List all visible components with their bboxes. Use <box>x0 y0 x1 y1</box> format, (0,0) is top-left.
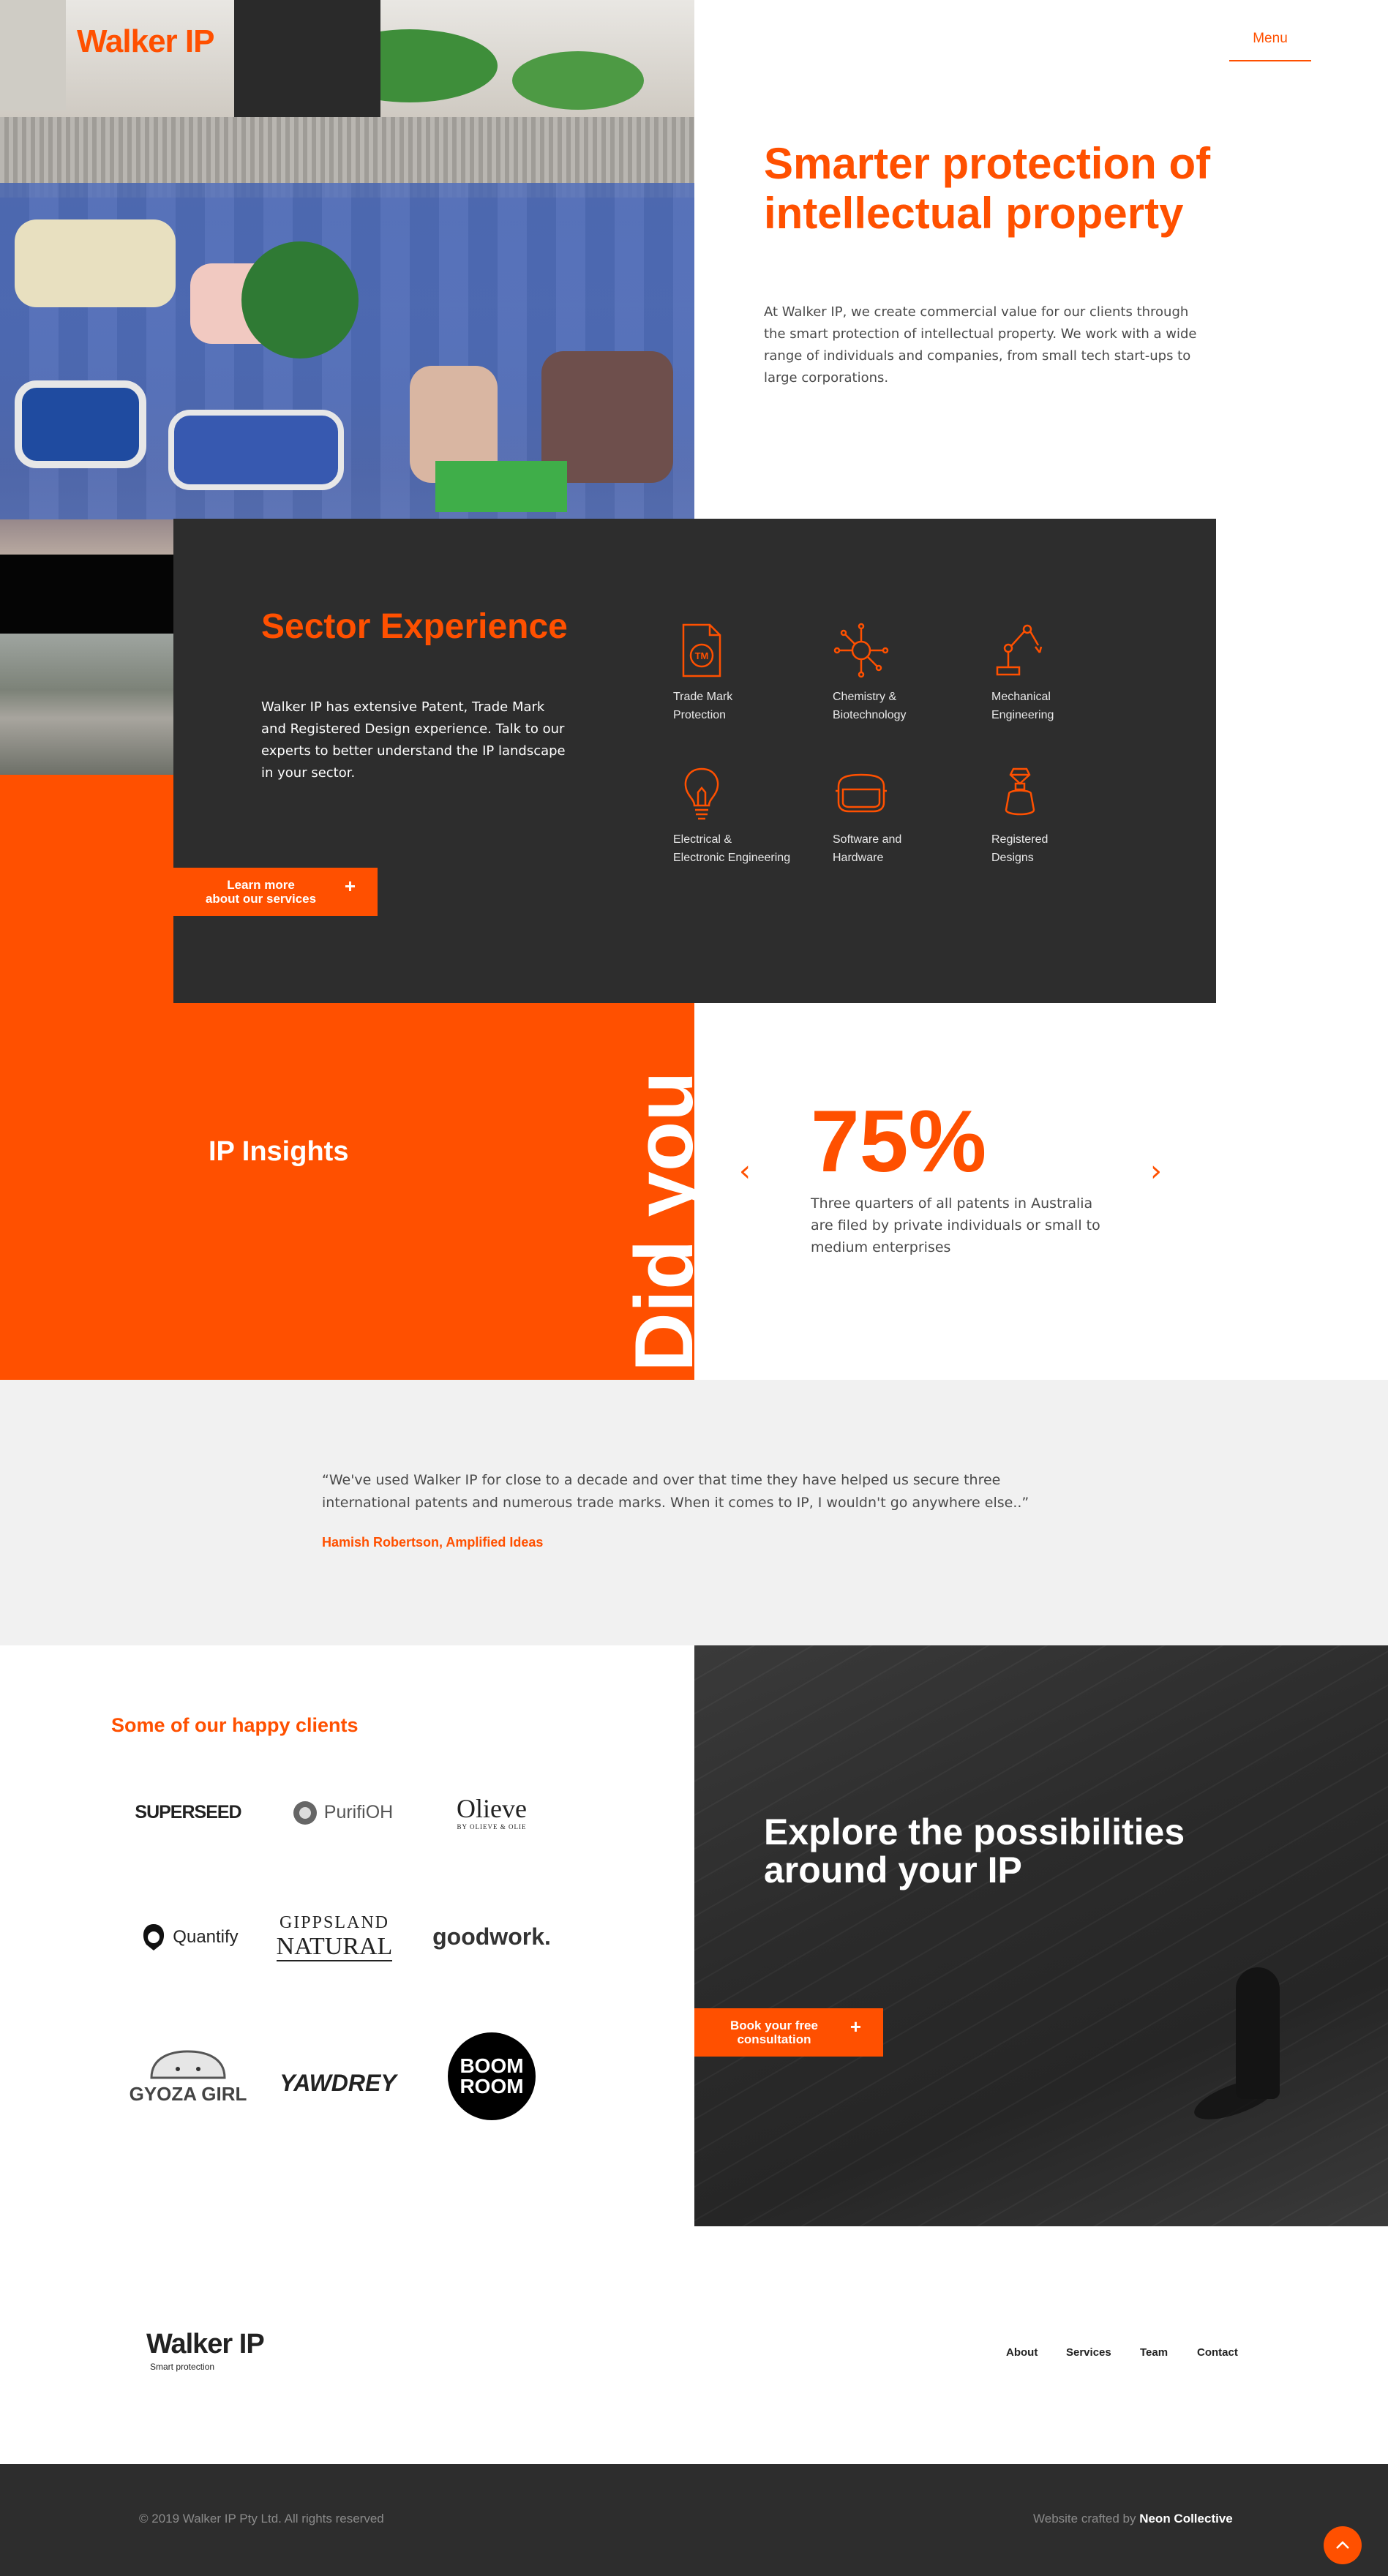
credit-link[interactable]: Neon Collective <box>1139 2512 1233 2526</box>
hero-image <box>0 0 694 555</box>
sector-item-label: Electronic Engineering <box>673 852 791 864</box>
client-logo-text: YAWDREY <box>280 2070 397 2097</box>
light-bulb-icon <box>684 767 719 820</box>
client-logo-subtext: BY OLIEVE & OLIE <box>457 1822 527 1830</box>
sector-item-label: Trade Mark <box>673 691 733 703</box>
scroll-to-top-button[interactable] <box>1324 2526 1362 2564</box>
client-logo-subtext: ROOM <box>459 2075 524 2098</box>
sector-item-label: Biotechnology <box>833 709 907 721</box>
sector-item-label: Engineering <box>991 709 1054 721</box>
explore-title: Explore the possibilities around your IP <box>764 1811 1185 1890</box>
sector-text: Walker IP has extensive Patent, Trade Ma… <box>261 699 566 781</box>
hero-text: At Walker IP, we create commercial value… <box>764 304 1197 386</box>
client-logo-text: Olieve <box>457 1794 527 1824</box>
footer-logo[interactable]: Walker IP <box>146 2329 265 2360</box>
vr-headset-icon <box>836 773 887 813</box>
client-logo-text: PurifiOH <box>323 1802 394 1823</box>
stat-value: 75% <box>811 1092 987 1190</box>
learn-more-button[interactable]: Learn more about our services + <box>173 868 378 916</box>
logo[interactable]: Walker IP <box>77 23 214 60</box>
hero-title: Smarter protection of intellectual prope… <box>764 139 1211 238</box>
sector-title: Sector Experience <box>261 607 568 646</box>
client-logo-text: BOOM <box>459 2054 524 2077</box>
footer-link-services[interactable]: Services <box>1066 2346 1111 2359</box>
insights-title: IP Insights <box>209 1136 349 1167</box>
svg-text:TM: TM <box>695 650 709 661</box>
client-logo-olieve: Olieve BY OLIEVE & OLIE <box>419 1769 565 1857</box>
client-logo-text: GYOZA GIRL <box>129 2082 247 2105</box>
client-logo-boom-room: BOOM ROOM <box>419 2032 565 2120</box>
footer-link-about[interactable]: About <box>1006 2346 1038 2359</box>
learn-more-label-1: Learn more <box>227 878 295 892</box>
chevron-left-icon[interactable]: ‹ <box>739 1154 751 1188</box>
chevron-up-icon <box>1336 2541 1349 2549</box>
sector-item-label: Electrical & <box>673 833 732 846</box>
sector-item-software[interactable]: Software and Hardware <box>833 765 979 867</box>
credit-prefix: Website crafted by <box>1033 2512 1140 2526</box>
sector-item-label: Registered <box>991 833 1048 846</box>
book-consultation-button[interactable]: Book your free consultation + <box>694 2008 883 2057</box>
credit: Website crafted by Neon Collective <box>1033 2512 1233 2526</box>
did-you-know-heading: Did you know? <box>549 1006 702 1379</box>
chevron-right-icon[interactable]: › <box>1150 1154 1162 1188</box>
clients-title: Some of our happy clients <box>111 1714 359 1736</box>
robot-arm-icon <box>996 624 1043 676</box>
decorative-block <box>0 775 173 1003</box>
did-you-know-text: Did you know? <box>618 1071 702 1372</box>
footer-link-team[interactable]: Team <box>1140 2346 1168 2359</box>
sector-item-chemistry[interactable]: Chemistry & Biotechnology <box>833 622 979 724</box>
plus-icon: + <box>344 875 356 897</box>
menu-button[interactable]: Menu <box>1229 31 1311 61</box>
quantify-logo-icon <box>143 1924 165 1950</box>
perfume-bottle-icon <box>1005 767 1035 816</box>
testimonial-quote: “We've used Walker IP for close to a dec… <box>322 1472 1029 1511</box>
stat-text: Three quarters of all patents in Austral… <box>811 1195 1100 1255</box>
copyright: © 2019 Walker IP Pty Ltd. All rights res… <box>139 2512 384 2526</box>
client-logo-text: goodwork. <box>432 1923 551 1950</box>
sector-item-trade-mark[interactable]: TM Trade Mark Protection <box>673 622 819 724</box>
client-logo-superseed: SUPERSEED <box>115 1769 261 1857</box>
testimonial-author: Hamish Robertson, Amplified Ideas <box>322 1535 544 1550</box>
sector-item-label: Mechanical <box>991 691 1051 703</box>
book-label-1: Book your free <box>730 2019 818 2032</box>
gyoza-logo-icon <box>150 2050 226 2079</box>
client-logo-gyoza-girl: GYOZA GIRL <box>115 2032 261 2120</box>
purifioh-logo-icon <box>293 1801 317 1825</box>
sector-item-designs[interactable]: Registered Designs <box>991 765 1138 867</box>
learn-more-label-2: about our services <box>205 892 317 906</box>
client-logo-text: Quantify <box>173 1926 239 1947</box>
client-logo-gippsland: GIPPSLAND NATURAL <box>261 1893 408 1981</box>
insight-slider <box>694 1003 1388 1380</box>
sector-item-label: Hardware <box>833 852 884 864</box>
decorative-block <box>0 555 173 634</box>
client-logo-text: SUPERSEED <box>135 1802 241 1823</box>
client-logo-text: GIPPSLAND <box>279 1913 389 1933</box>
trade-mark-icon: TM <box>682 623 721 677</box>
sector-item-label: Software and <box>833 833 902 846</box>
client-logo-quantify: Quantify <box>115 1893 261 1981</box>
client-logo-purifioh: PurifiOH <box>269 1769 415 1857</box>
sector-item-mechanical[interactable]: Mechanical Engineering <box>991 622 1138 724</box>
sector-item-label: Designs <box>991 852 1034 864</box>
client-logo-subtext: NATURAL <box>276 1933 393 1961</box>
client-logo-goodwork: goodwork. <box>419 1893 565 1981</box>
rooftop-image <box>0 634 173 775</box>
plus-icon: + <box>849 2016 861 2038</box>
client-logo-yawdrey: YAWDREY <box>265 2040 411 2128</box>
sector-item-label: Chemistry & <box>833 691 897 703</box>
footer-tagline: Smart protection <box>150 2362 215 2372</box>
explore-section <box>694 1645 1388 2226</box>
sector-item-electrical[interactable]: Electrical & Electronic Engineering <box>673 765 819 867</box>
person-silhouette <box>1236 1967 1280 2099</box>
book-label-2: consultation <box>737 2032 811 2046</box>
footer-link-contact[interactable]: Contact <box>1197 2346 1238 2359</box>
sector-item-label: Protection <box>673 709 727 721</box>
molecule-icon <box>833 623 889 678</box>
